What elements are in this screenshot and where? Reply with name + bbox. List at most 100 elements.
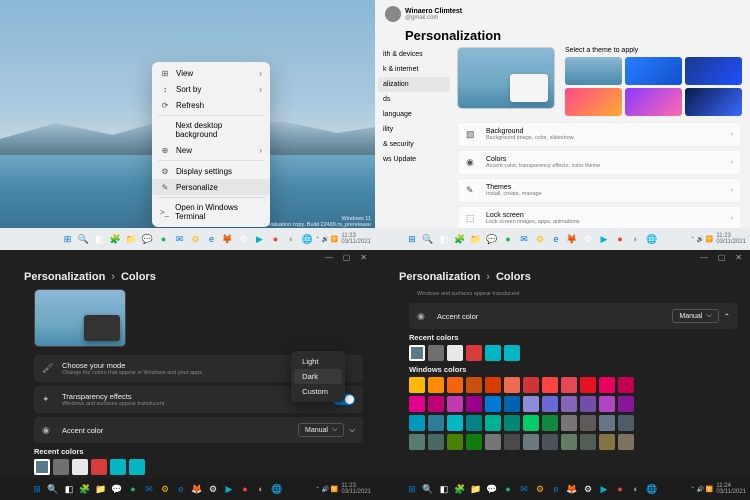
taskbar-app-icon[interactable]: 🧩 xyxy=(453,482,467,496)
taskbar-app-icon[interactable]: 🌐 xyxy=(301,232,315,246)
color-swatch[interactable] xyxy=(466,434,482,450)
color-swatch[interactable] xyxy=(523,434,539,450)
color-swatch[interactable] xyxy=(599,434,615,450)
color-swatch[interactable] xyxy=(485,415,501,431)
taskbar-app-icon[interactable]: ⊞ xyxy=(405,232,419,246)
color-swatch[interactable] xyxy=(428,415,444,431)
color-swatch[interactable] xyxy=(409,377,425,393)
taskbar[interactable]: ⊞🔍◧🧩📁💬●✉⚙e🦊⚙▶●◐🌐 ⌃ 🔊 🛜 11:2303/11/2021 xyxy=(0,478,375,500)
color-swatch[interactable] xyxy=(447,345,463,361)
taskbar-app-icon[interactable]: e xyxy=(549,482,563,496)
taskbar[interactable]: ⊞🔍◧🧩📁💬●✉⚙e🦊⚙▶●◐🌐 ⌃ 🔊 🛜 11:2303/11/2021 xyxy=(375,228,750,250)
taskbar-app-icon[interactable]: ✉ xyxy=(517,232,531,246)
nav-item[interactable]: language xyxy=(378,107,450,122)
color-swatch[interactable] xyxy=(523,377,539,393)
taskbar-app-icon[interactable]: 🔍 xyxy=(46,482,60,496)
color-swatch[interactable] xyxy=(561,377,577,393)
nav-item[interactable]: alization xyxy=(378,77,450,92)
taskbar-app-icon[interactable]: ◐ xyxy=(629,232,643,246)
ctx-view[interactable]: ⊞View› xyxy=(152,65,270,81)
color-swatch[interactable] xyxy=(447,396,463,412)
taskbar-app-icon[interactable]: ⚙ xyxy=(581,482,595,496)
color-swatch[interactable] xyxy=(580,415,596,431)
system-tray[interactable]: ⌃ 🔊 🛜 11:2303/11/2021 xyxy=(315,233,371,245)
taskbar-app-icon[interactable]: 🌐 xyxy=(645,232,659,246)
setting-card-background[interactable]: ▧BackgroundBackground image, color, slid… xyxy=(457,122,742,147)
mode-option-dark[interactable]: Dark xyxy=(294,369,342,384)
taskbar-app-icon[interactable]: 🌐 xyxy=(270,482,284,496)
taskbar-app-icon[interactable]: ▶ xyxy=(597,232,611,246)
nav-item[interactable]: k & internet xyxy=(378,62,450,77)
color-swatch[interactable] xyxy=(485,434,501,450)
taskbar-app-icon[interactable]: 🦊 xyxy=(221,232,235,246)
taskbar-app-icon[interactable]: ◧ xyxy=(62,482,76,496)
color-swatch[interactable] xyxy=(447,377,463,393)
theme-thumbnail[interactable] xyxy=(685,88,742,116)
ctx-display-settings[interactable]: ⚙Display settings xyxy=(152,163,270,179)
taskbar-app-icon[interactable]: 🔍 xyxy=(77,232,91,246)
taskbar-app-icon[interactable]: 💬 xyxy=(110,482,124,496)
taskbar-app-icon[interactable]: 📁 xyxy=(125,232,139,246)
color-swatch[interactable] xyxy=(618,377,634,393)
taskbar-app-icon[interactable]: ● xyxy=(613,232,627,246)
color-swatch[interactable] xyxy=(409,434,425,450)
breadcrumb[interactable]: Personalization›Colors xyxy=(0,265,375,289)
nav-item[interactable]: ith & devices xyxy=(378,47,450,62)
color-swatch[interactable] xyxy=(504,396,520,412)
color-swatch[interactable] xyxy=(561,434,577,450)
taskbar-app-icon[interactable]: ● xyxy=(613,482,627,496)
taskbar-app-icon[interactable]: e xyxy=(549,232,563,246)
taskbar-app-icon[interactable]: 🦊 xyxy=(565,232,579,246)
color-swatch[interactable] xyxy=(409,396,425,412)
color-swatch[interactable] xyxy=(561,396,577,412)
system-tray[interactable]: ⌃ 🔊 🛜 11:2303/11/2021 xyxy=(315,483,371,495)
window-controls[interactable]: —▢✕ xyxy=(375,250,750,265)
color-swatch[interactable] xyxy=(110,459,126,475)
taskbar-app-icon[interactable]: 🌐 xyxy=(645,482,659,496)
color-swatch[interactable] xyxy=(428,434,444,450)
color-swatch[interactable] xyxy=(466,345,482,361)
taskbar-app-icon[interactable]: ▶ xyxy=(222,482,236,496)
ctx-new[interactable]: ⊕New› xyxy=(152,142,270,158)
taskbar-app-icon[interactable]: ⚙ xyxy=(533,232,547,246)
taskbar-app-icon[interactable]: 🧩 xyxy=(78,482,92,496)
taskbar-app-icon[interactable]: 🧩 xyxy=(109,232,123,246)
taskbar-app-icon[interactable]: 🦊 xyxy=(190,482,204,496)
taskbar-app-icon[interactable]: ⊞ xyxy=(30,482,44,496)
theme-thumbnail[interactable] xyxy=(625,88,682,116)
system-tray[interactable]: ⌃ 🔊 🛜 11:2403/11/2021 xyxy=(690,483,746,495)
taskbar-app-icon[interactable]: ⚙ xyxy=(533,482,547,496)
ctx-refresh[interactable]: ⟳Refresh xyxy=(152,97,270,113)
color-swatch[interactable] xyxy=(618,396,634,412)
taskbar-app-icon[interactable]: ◐ xyxy=(285,232,299,246)
taskbar-app-icon[interactable]: e xyxy=(174,482,188,496)
color-swatch[interactable] xyxy=(428,396,444,412)
accent-dropdown[interactable]: Manual⌵ xyxy=(298,423,344,437)
taskbar-app-icon[interactable]: ◧ xyxy=(93,232,107,246)
accent-color-row[interactable]: ◉ Accent color Manual⌵⌵ xyxy=(34,417,363,443)
taskbar-app-icon[interactable]: ● xyxy=(126,482,140,496)
color-swatch[interactable] xyxy=(428,377,444,393)
taskbar-app-icon[interactable]: 💬 xyxy=(485,232,499,246)
color-swatch[interactable] xyxy=(599,377,615,393)
taskbar-app-icon[interactable]: 🦊 xyxy=(565,482,579,496)
theme-thumbnail[interactable] xyxy=(565,88,622,116)
color-swatch[interactable] xyxy=(409,345,425,361)
color-swatch[interactable] xyxy=(542,396,558,412)
taskbar-app-icon[interactable]: ✉ xyxy=(173,232,187,246)
taskbar-app-icon[interactable]: 💬 xyxy=(141,232,155,246)
taskbar-app-icon[interactable]: ▶ xyxy=(253,232,267,246)
color-swatch[interactable] xyxy=(466,377,482,393)
color-swatch[interactable] xyxy=(466,415,482,431)
taskbar-app-icon[interactable]: ◐ xyxy=(629,482,643,496)
taskbar-app-icon[interactable]: 📁 xyxy=(469,232,483,246)
taskbar-app-icon[interactable]: ⊞ xyxy=(61,232,75,246)
color-swatch[interactable] xyxy=(523,415,539,431)
taskbar-app-icon[interactable]: 💬 xyxy=(485,482,499,496)
mode-option-custom[interactable]: Custom xyxy=(294,384,342,399)
taskbar-app-icon[interactable]: ◧ xyxy=(437,482,451,496)
taskbar-app-icon[interactable]: 📁 xyxy=(469,482,483,496)
color-swatch[interactable] xyxy=(485,396,501,412)
mode-option-light[interactable]: Light xyxy=(294,354,342,369)
taskbar-app-icon[interactable]: ● xyxy=(501,232,515,246)
